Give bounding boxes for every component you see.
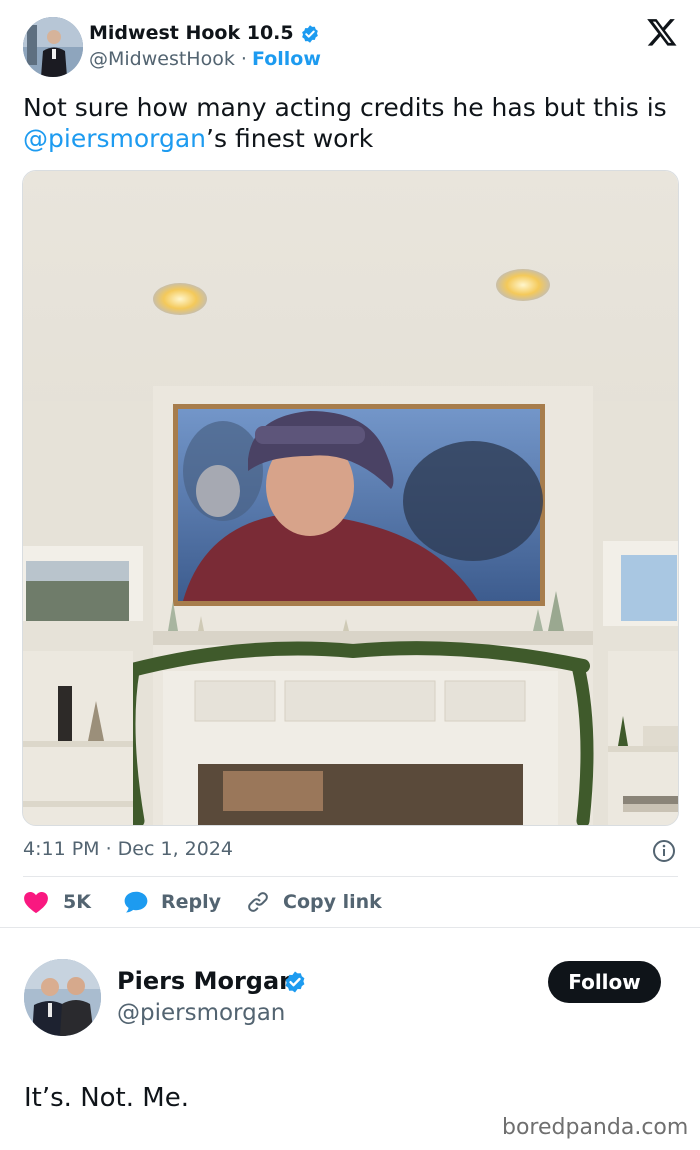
author-name[interactable]: Midwest Hook 10.5 — [89, 22, 294, 44]
reply-text: It’s. Not. Me. — [24, 1083, 189, 1113]
copy-link-button[interactable]: Copy link — [246, 888, 382, 916]
x-logo-icon[interactable] — [646, 16, 678, 48]
separator-dot: · — [240, 48, 247, 70]
tweet-card: Midwest Hook 10.5 @MidwestHook · Follow … — [0, 0, 700, 928]
link-icon — [248, 892, 268, 912]
reply-label: Reply — [161, 891, 222, 913]
author-handle-text[interactable]: @MidwestHook — [89, 48, 235, 70]
tweet-text-after: ’s finest work — [206, 124, 374, 153]
author-avatar[interactable] — [23, 17, 83, 77]
watermark: boredpanda.com — [502, 1115, 689, 1140]
verified-badge-icon — [302, 25, 318, 43]
tweet-text: Not sure how many acting credits he has … — [23, 92, 683, 154]
tweet-photo[interactable] — [22, 170, 679, 826]
reply-author-handle[interactable]: @piersmorgan — [117, 1000, 285, 1026]
heart-icon — [24, 892, 48, 914]
verified-badge-icon — [285, 971, 305, 993]
mention-link[interactable]: @piersmorgan — [23, 124, 206, 153]
reply-author-avatar[interactable] — [24, 959, 101, 1036]
divider — [23, 876, 678, 877]
reply-tweet-card: Piers Morgan @piersmorgan Follow It’s. N… — [0, 929, 700, 1150]
follow-button[interactable]: Follow — [548, 961, 661, 1003]
reply-author-name[interactable]: Piers Morgan — [117, 967, 296, 995]
tweet-timestamp[interactable]: 4:11 PM · Dec 1, 2024 — [23, 838, 233, 860]
tweet-actions: 5K Reply Copy link — [23, 888, 683, 916]
follow-link[interactable]: Follow — [252, 48, 321, 70]
tweet-text-before: Not sure how many acting credits he has … — [23, 93, 667, 122]
copy-link-label: Copy link — [283, 891, 382, 913]
like-button[interactable]: 5K — [23, 888, 91, 916]
info-icon[interactable] — [652, 839, 676, 863]
speech-bubble-icon — [124, 891, 148, 913]
like-count: 5K — [63, 891, 91, 913]
author-handle[interactable]: @MidwestHook · — [89, 48, 247, 70]
reply-button[interactable]: Reply — [123, 888, 221, 916]
